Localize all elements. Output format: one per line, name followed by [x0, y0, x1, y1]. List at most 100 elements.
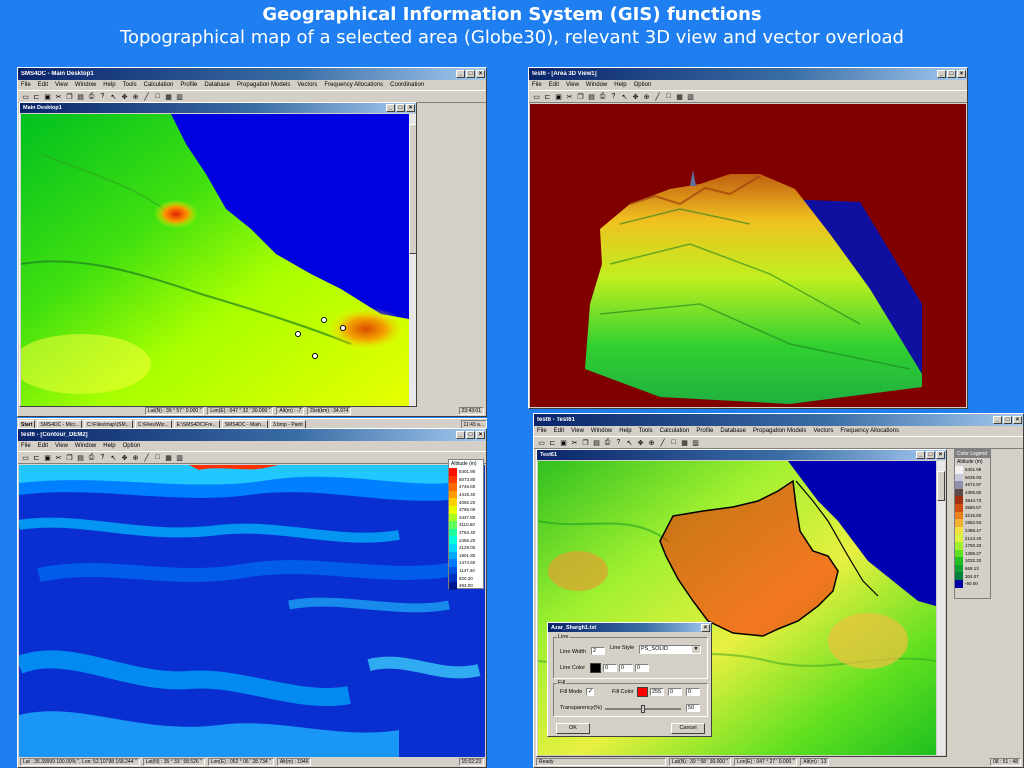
- rectangle-icon[interactable]: □: [664, 92, 673, 101]
- maximize-button[interactable]: □: [466, 70, 475, 78]
- line-color-r-input[interactable]: 0: [603, 664, 617, 672]
- minimize-button[interactable]: _: [456, 431, 465, 439]
- paste-icon[interactable]: ▤: [587, 92, 596, 101]
- minimize-button[interactable]: _: [937, 70, 946, 78]
- menu-item[interactable]: File: [21, 82, 31, 88]
- pan-icon[interactable]: ✥: [120, 92, 129, 101]
- open-icon[interactable]: ⊏: [32, 453, 41, 462]
- pointer-icon[interactable]: ↖: [625, 438, 634, 447]
- rectangle-icon[interactable]: □: [153, 92, 162, 101]
- minimize-button[interactable]: _: [386, 104, 395, 112]
- line-color-swatch[interactable]: [590, 663, 601, 673]
- contour-map[interactable]: [19, 465, 485, 757]
- menu-item[interactable]: View: [55, 82, 68, 88]
- slider-thumb[interactable]: [641, 705, 645, 713]
- menu-item[interactable]: Profile: [696, 428, 713, 434]
- line-icon[interactable]: ╱: [142, 92, 151, 101]
- help-icon[interactable]: ?: [98, 92, 107, 101]
- minimize-button[interactable]: _: [993, 416, 1002, 424]
- scrollbar-thumb[interactable]: [409, 124, 416, 254]
- copy-icon[interactable]: ❐: [65, 453, 74, 462]
- close-button[interactable]: ×: [476, 70, 485, 78]
- scrollbar-thumb[interactable]: [937, 471, 945, 501]
- window-titlebar[interactable]: test6 - Test61 _ □ ×: [534, 414, 1023, 426]
- child-titlebar[interactable]: Test61 _ □ ×: [537, 450, 946, 460]
- window-titlebar[interactable]: test6 - [Contour_DEM2] _ □ ×: [18, 429, 486, 441]
- zoom-icon[interactable]: ⊕: [647, 438, 656, 447]
- chevron-down-icon[interactable]: ▼: [692, 646, 700, 653]
- cut-icon[interactable]: ✂: [54, 92, 63, 101]
- print-icon[interactable]: ⎙: [603, 438, 612, 447]
- menu-item[interactable]: Vectors: [297, 82, 317, 88]
- paste-icon[interactable]: ▤: [592, 438, 601, 447]
- menu-item[interactable]: Window: [75, 443, 96, 449]
- new-icon[interactable]: ▭: [21, 92, 30, 101]
- new-icon[interactable]: ▭: [537, 438, 546, 447]
- colormap-icon[interactable]: ▦: [675, 92, 684, 101]
- colormap-icon[interactable]: ▦: [164, 92, 173, 101]
- menu-item[interactable]: Calculation: [660, 428, 690, 434]
- menu-item[interactable]: Calculation: [144, 82, 174, 88]
- minimize-button[interactable]: _: [916, 451, 925, 459]
- new-icon[interactable]: ▭: [21, 453, 30, 462]
- pan-icon[interactable]: ✥: [631, 92, 640, 101]
- legend-icon[interactable]: ▥: [686, 92, 695, 101]
- help-icon[interactable]: ?: [609, 92, 618, 101]
- map-marker[interactable]: [321, 317, 327, 323]
- child-titlebar[interactable]: Main Desktop1 _ □ ×: [20, 103, 416, 113]
- menu-item[interactable]: Help: [619, 428, 631, 434]
- menu-item[interactable]: Propagation Models: [753, 428, 806, 434]
- dem-map[interactable]: [21, 114, 409, 406]
- menu-item[interactable]: Window: [75, 82, 96, 88]
- paste-icon[interactable]: ▤: [76, 453, 85, 462]
- colormap-icon[interactable]: ▦: [164, 453, 173, 462]
- menu-item[interactable]: Profile: [180, 82, 197, 88]
- menu-item[interactable]: Frequency Allocations: [324, 82, 383, 88]
- menu-item[interactable]: View: [571, 428, 584, 434]
- close-button[interactable]: ×: [476, 431, 485, 439]
- fill-mode-checkbox[interactable]: ✓: [586, 688, 594, 696]
- save-icon[interactable]: ▣: [43, 453, 52, 462]
- colormap-icon[interactable]: ▦: [680, 438, 689, 447]
- pointer-icon[interactable]: ↖: [109, 453, 118, 462]
- fill-color-swatch[interactable]: [637, 687, 648, 697]
- legend-icon[interactable]: ▥: [175, 453, 184, 462]
- cut-icon[interactable]: ✂: [565, 92, 574, 101]
- copy-icon[interactable]: ❐: [65, 92, 74, 101]
- line-icon[interactable]: ╱: [142, 453, 151, 462]
- menu-item[interactable]: Edit: [38, 443, 48, 449]
- open-icon[interactable]: ⊏: [543, 92, 552, 101]
- menu-item[interactable]: Edit: [554, 428, 564, 434]
- terrain-3d-view[interactable]: [530, 104, 966, 407]
- minimize-button[interactable]: _: [456, 70, 465, 78]
- maximize-button[interactable]: □: [466, 431, 475, 439]
- menu-item[interactable]: Edit: [549, 82, 559, 88]
- window-titlebar[interactable]: SMS4DC - Main Desktop1 _ □ ×: [18, 68, 486, 80]
- close-button[interactable]: ×: [957, 70, 966, 78]
- line-icon[interactable]: ╱: [658, 438, 667, 447]
- menu-item[interactable]: Help: [103, 443, 115, 449]
- rectangle-icon[interactable]: □: [153, 453, 162, 462]
- pointer-icon[interactable]: ↖: [109, 92, 118, 101]
- menu-item[interactable]: Database: [720, 428, 746, 434]
- maximize-button[interactable]: □: [926, 451, 935, 459]
- rectangle-icon[interactable]: □: [669, 438, 678, 447]
- menu-item[interactable]: Vectors: [813, 428, 833, 434]
- line-color-b-input[interactable]: 0: [635, 664, 649, 672]
- maximize-button[interactable]: □: [1003, 416, 1012, 424]
- print-icon[interactable]: ⎙: [87, 92, 96, 101]
- save-icon[interactable]: ▣: [559, 438, 568, 447]
- paste-icon[interactable]: ▤: [76, 92, 85, 101]
- line-width-input[interactable]: 2: [591, 647, 605, 655]
- close-button[interactable]: ×: [406, 104, 415, 112]
- help-icon[interactable]: ?: [614, 438, 623, 447]
- ok-button[interactable]: OK: [556, 723, 590, 734]
- menu-item[interactable]: Edit: [38, 82, 48, 88]
- menu-item[interactable]: Propagation Models: [237, 82, 290, 88]
- legend-icon[interactable]: ▥: [691, 438, 700, 447]
- menu-item[interactable]: Database: [204, 82, 230, 88]
- window-titlebar[interactable]: test6 - [Area 3D View1] _ □ ×: [529, 68, 967, 80]
- zoom-icon[interactable]: ⊕: [131, 92, 140, 101]
- fill-color-r-input[interactable]: 255: [650, 688, 664, 696]
- cut-icon[interactable]: ✂: [54, 453, 63, 462]
